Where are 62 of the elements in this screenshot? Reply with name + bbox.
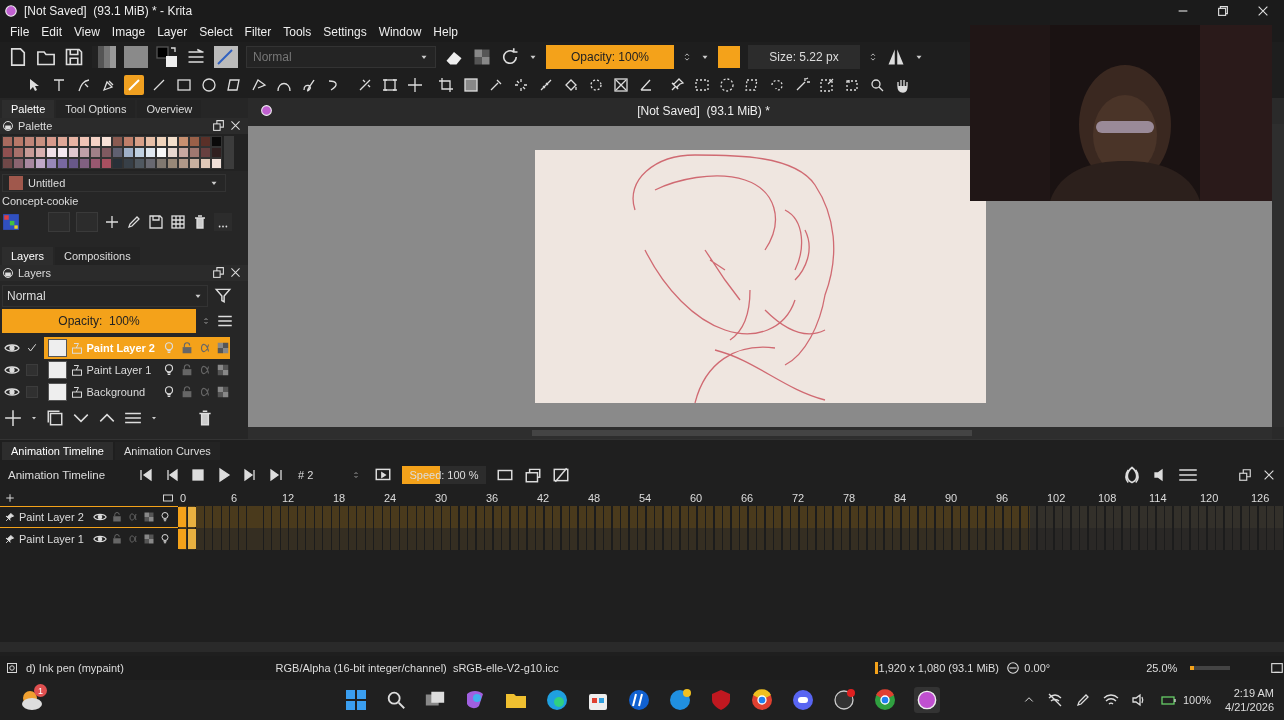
- frame-number: 102: [1047, 492, 1067, 505]
- frame-number: 66: [741, 492, 755, 505]
- opacity-slider[interactable]: Opacity: 100%: [2, 308, 196, 333]
- window-title: [Not Saved] (93.1 MiB) * - Krita: [24, 4, 193, 18]
- menu-item[interactable]: View: [68, 24, 106, 39]
- layer-row[interactable]: Background: [44, 380, 230, 403]
- timeline-layer[interactable]: Paint Layer 2: [0, 506, 178, 529]
- menu-item[interactable]: Help: [427, 24, 464, 39]
- frame-number: 90: [945, 492, 959, 505]
- document-title: [Not Saved] (93.1 MiB) *: [636, 103, 771, 118]
- frame-number: 36: [486, 492, 500, 505]
- frame-number: 96: [996, 492, 1010, 505]
- frame-number: 30: [435, 492, 449, 505]
- blend-mode-dropdown[interactable]: Normal: [246, 45, 436, 68]
- size-field[interactable]: Size: 5.22 px: [748, 44, 860, 69]
- brush-name: d) Ink pen (mypaint): [25, 662, 125, 675]
- notification-badge: 1: [34, 684, 47, 698]
- menu-item[interactable]: Window: [372, 24, 428, 39]
- frame-number: 6: [231, 492, 239, 505]
- blend-mode-dropdown[interactable]: Normal: [2, 284, 208, 307]
- frame-number: 42: [537, 492, 551, 505]
- menu-item[interactable]: Filter: [238, 24, 278, 39]
- layer-row[interactable]: Paint Layer 1: [44, 358, 230, 381]
- zoom-value: 25.0%: [1146, 662, 1179, 675]
- menu-item[interactable]: Layer: [151, 24, 194, 39]
- dock-tab[interactable]: Layers: [2, 246, 54, 265]
- rotation-value: 0.00°: [1024, 662, 1051, 675]
- timeline-layer[interactable]: Paint Layer 1: [0, 528, 178, 551]
- panel-title: Animation Timeline: [8, 469, 107, 482]
- clock[interactable]: 2:19 AM 4/21/2026: [1225, 686, 1274, 715]
- palette-name: Concept-cookie: [1, 194, 80, 209]
- frame-number: 108: [1098, 492, 1118, 505]
- dock-tab[interactable]: Animation Curves: [114, 442, 220, 461]
- frame-number: 0: [180, 492, 188, 505]
- panel-header: Palette: [0, 117, 248, 134]
- menu-item[interactable]: Select: [193, 24, 239, 39]
- opacity-slider[interactable]: Opacity: 100%: [546, 44, 674, 69]
- menu-item[interactable]: Tools: [277, 24, 318, 39]
- menu-item[interactable]: File: [4, 24, 36, 39]
- frame-number: 54: [639, 492, 653, 505]
- frame-number: 78: [843, 492, 857, 505]
- frame-number: 126: [1251, 492, 1271, 505]
- panel-header: Layers: [0, 264, 248, 281]
- frame-number: 120: [1200, 492, 1220, 505]
- frame-number: 18: [333, 492, 347, 505]
- frame-number: 84: [894, 492, 908, 505]
- menu-item[interactable]: Settings: [317, 24, 373, 39]
- menu-item[interactable]: Image: [105, 24, 152, 39]
- frame-number: 60: [690, 492, 704, 505]
- battery-level: 100%: [1182, 694, 1212, 707]
- dock-tab[interactable]: Palette: [2, 99, 55, 118]
- frame-field[interactable]: # 2: [294, 465, 364, 486]
- frame-number: 12: [282, 492, 296, 505]
- image-size: 1,920 x 1,080 (93.1 MiB): [878, 662, 1001, 675]
- frame-number: 114: [1149, 492, 1168, 505]
- frame-number: 72: [792, 492, 806, 505]
- palette-color-dropdown[interactable]: Untitled: [2, 173, 226, 192]
- color-space: RGB/Alpha (16-bit integer/channel) sRGB-elle-V2-g10.icc: [275, 662, 560, 675]
- menu-item[interactable]: Edit: [35, 24, 69, 39]
- frame-number: 24: [384, 492, 398, 505]
- frame-number: 48: [588, 492, 602, 505]
- dock-tab[interactable]: Animation Timeline: [2, 442, 113, 461]
